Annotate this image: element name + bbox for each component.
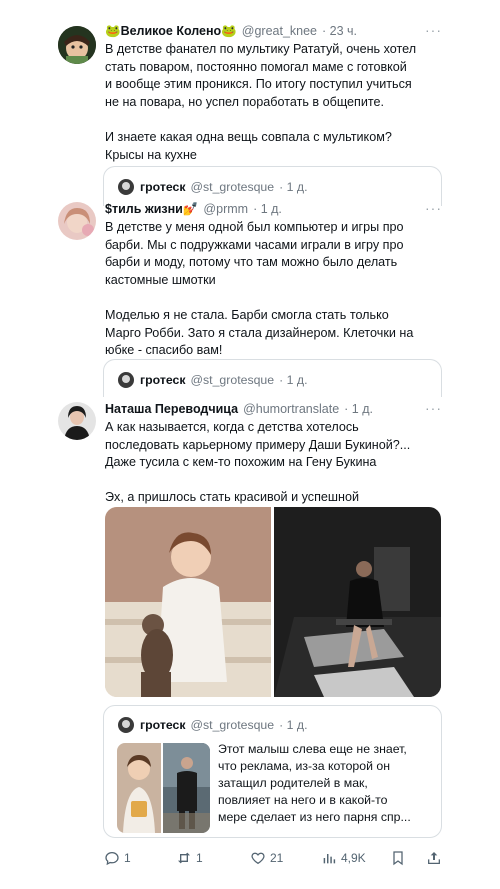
tweet-text: В детстве фанател по мультику Рататуй, о…: [105, 41, 416, 164]
quote-avatar: [118, 717, 134, 733]
avatar[interactable]: [58, 26, 96, 64]
quote-time: · 1 д.: [279, 373, 308, 387]
share-button[interactable]: [426, 850, 442, 866]
views-count: 4,9K: [341, 851, 366, 865]
more-options-icon[interactable]: ···: [425, 400, 442, 416]
text-line: [105, 472, 410, 490]
text-line: Даже тусила с кем-то похожим на Гену Бук…: [105, 455, 377, 470]
quote-author-name: гротеск: [140, 718, 186, 732]
text-line: Крысы на кухне: [105, 147, 197, 162]
text-line: Моделью я не стала. Барби смогла стать т…: [105, 307, 389, 322]
share-icon: [428, 852, 440, 864]
tweet-actions: 1 1 21 4,9K: [100, 850, 445, 874]
avatar-photo: [58, 402, 96, 440]
woman-sitting-photo: [274, 507, 441, 697]
author-handle[interactable]: @humortranslate: [243, 402, 339, 416]
text-line: мере сделает из него парня спр...: [218, 810, 411, 824]
text-line: затащил родителей в мак,: [218, 776, 368, 790]
text-line: Марго Робби. Зато я стала дизайнером. Кл…: [105, 325, 414, 340]
bookmark-icon: [393, 851, 403, 866]
quote-text: Этот малыш слева еще не знает, что рекла…: [218, 741, 411, 826]
retweet-button[interactable]: 1: [176, 850, 203, 866]
retweet-count: 1: [196, 851, 203, 865]
more-options-icon[interactable]: ···: [425, 22, 442, 38]
quote-author-handle: @st_grotesque: [190, 373, 275, 387]
avatar-photo: [58, 202, 96, 240]
views-button[interactable]: 4,9K: [321, 850, 366, 866]
tweet-time[interactable]: · 1 д.: [344, 402, 373, 416]
like-button[interactable]: 21: [250, 850, 283, 866]
quote-author-name: гротеск: [140, 373, 186, 387]
text-line: барби и моду, потому что там можно было …: [105, 255, 398, 270]
text-line: В детстве у меня одной был компьютер и и…: [105, 220, 404, 234]
quote-author-handle: @st_grotesque: [190, 718, 275, 732]
heart-icon: [251, 852, 265, 865]
text-line: [105, 289, 413, 307]
tweet-time[interactable]: · 1 д.: [253, 202, 282, 216]
text-line: кастомные шмотки: [105, 272, 216, 287]
quote-photo-right: [163, 743, 210, 833]
tweet-2[interactable]: $тиль жизни💅 @prmm · 1 д. ··· В детстве …: [0, 190, 500, 370]
author-handle[interactable]: @great_knee: [242, 24, 317, 38]
avatar[interactable]: [58, 402, 96, 440]
avatar[interactable]: [58, 202, 96, 240]
text-line: что реклама, из-за которой он: [218, 759, 391, 773]
text-line: В детстве фанател по мультику Рататуй, о…: [105, 42, 417, 56]
avatar-illustration: [58, 26, 96, 64]
quote-time: · 1 д.: [279, 718, 308, 732]
quote-photo-left: [117, 743, 161, 833]
author-handle[interactable]: @prmm: [203, 202, 248, 216]
text-line: повлияет на него и в какой-то: [218, 793, 388, 807]
reply-count: 1: [124, 851, 131, 865]
tweet-photo-left[interactable]: [105, 507, 271, 697]
text-line: и вообще этим проникся. По итогу поступи…: [105, 77, 412, 92]
text-line: И знаете какая одна вещь совпала с мульт…: [105, 129, 392, 144]
child-photo: [117, 743, 161, 833]
tweet-time[interactable]: · 23 ч.: [322, 24, 357, 38]
tweet-1[interactable]: 🐸Великое Колено🐸 @great_knee · 23 ч. ···…: [0, 0, 500, 190]
text-line: стать поваром, постоянно помогал маме с …: [105, 59, 407, 74]
text-line: А как называется, когда с детства хотело…: [105, 420, 359, 434]
tweet-text: А как называется, когда с детства хотело…: [105, 419, 410, 507]
tweet-text: В детстве у меня одной был компьютер и и…: [105, 219, 413, 360]
text-line: Этот малыш слева еще не знает,: [218, 742, 407, 756]
views-chart-icon: [323, 854, 336, 864]
more-options-icon[interactable]: ···: [425, 200, 442, 216]
author-name[interactable]: 🐸Великое Колено🐸: [105, 24, 237, 39]
author-name[interactable]: $тиль жизни💅: [105, 202, 198, 217]
quoted-tweet[interactable]: гротеск @st_grotesque · 1 д. Этот малыш …: [103, 705, 442, 838]
like-count: 21: [270, 851, 284, 865]
reply-button[interactable]: 1: [104, 850, 131, 866]
quote-avatar: [118, 372, 134, 388]
retweet-icon: [178, 852, 190, 864]
text-line: Эх, а пришлось стать красивой и успешной: [105, 490, 359, 505]
text-line: юбке - спасибо вам!: [105, 343, 223, 358]
author-name[interactable]: Наташа Переводчица: [105, 402, 238, 416]
text-line: последовать карьерному примеру Даши Буки…: [105, 437, 411, 452]
reply-icon: [105, 852, 119, 866]
bookmark-button[interactable]: [390, 850, 406, 866]
text-line: не на повара, но успел поработать в обще…: [105, 94, 385, 109]
text-line: барби. Мы с подружками часами играли в и…: [105, 237, 404, 252]
text-line: [105, 111, 416, 129]
tweet-photo-right[interactable]: [274, 507, 441, 697]
man-photo: [163, 743, 210, 833]
child-with-monkey-photo: [105, 507, 271, 697]
